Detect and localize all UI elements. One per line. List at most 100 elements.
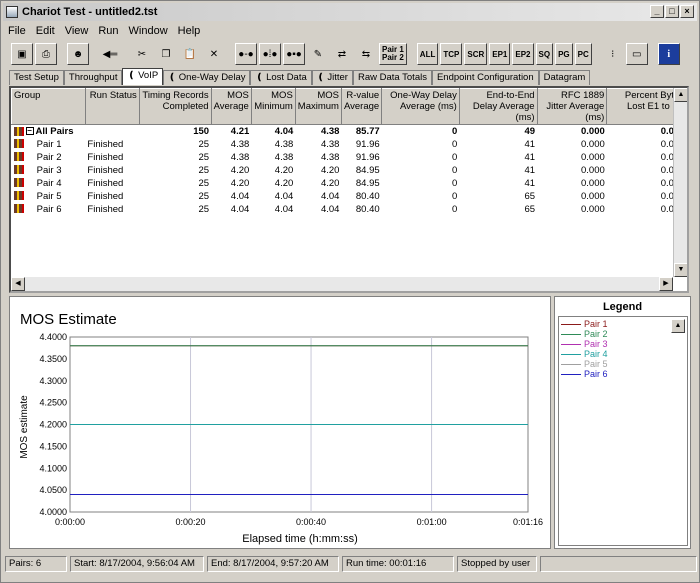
col-header-one-way-delay[interactable]: One-Way Delay Average (ms) — [381, 88, 460, 125]
minimize-button[interactable]: _ — [650, 5, 664, 18]
window-icon[interactable]: ▭ — [625, 43, 648, 65]
col-header-mos-maximum[interactable]: MOS Maximum — [294, 88, 342, 125]
rename-icon[interactable]: ⇆ — [355, 43, 377, 65]
tab-voip[interactable]: ❪ VoIP — [122, 68, 164, 85]
cell-e2e: 41 — [524, 177, 536, 189]
tab-throughput[interactable]: Throughput — [63, 70, 123, 85]
cut-icon[interactable]: ✂ — [131, 43, 153, 65]
table-row[interactable]: Pair 2 Finished 25 4.38 4.38 4.38 91.96 … — [12, 151, 687, 164]
grid-horizontal-scrollbar[interactable]: ◀ ▶ — [11, 277, 673, 291]
menu-help[interactable]: Help — [173, 25, 206, 37]
scroll-left-icon[interactable]: ◀ — [11, 277, 25, 291]
table-row-summary[interactable]: − All Pairs 150 4.21 4.04 4.38 85.77 0 49… — [12, 125, 687, 138]
table-row[interactable]: Pair 1 Finished 25 4.38 4.38 4.38 91.96 … — [12, 138, 687, 151]
table-row[interactable]: Pair 6 Finished 25 4.04 4.04 4.04 80.40 … — [12, 203, 687, 216]
legend-list[interactable]: Pair 1 Pair 2 Pair 3 Pair 4 Pair 5 Pair 6 ▲ — [558, 316, 688, 546]
y-tick-label: 4.1500 — [39, 441, 67, 451]
cell-mos-max: 4.20 — [320, 177, 340, 189]
table-row[interactable]: Pair 4 Finished 25 4.20 4.20 4.20 84.95 … — [12, 177, 687, 190]
cell-status: Finished — [87, 190, 124, 202]
scroll-down-icon[interactable]: ▼ — [674, 263, 687, 277]
cell-rvalue: 84.95 — [355, 177, 380, 189]
split-view-icon[interactable]: ⁝ — [601, 43, 624, 65]
menu-window[interactable]: Window — [124, 25, 173, 37]
paste-icon[interactable]: 📋 — [179, 43, 201, 65]
chart-y-ticks: 4.0000 4.0500 4.1000 4.1500 4.2000 4.2500 4.30… — [39, 332, 67, 517]
col-header-mos-average[interactable]: MOS Average — [210, 88, 252, 125]
legend-label: Pair 2 — [584, 329, 608, 339]
col-header-run-status[interactable]: Run Status — [84, 88, 140, 125]
menu-view[interactable]: View — [60, 25, 94, 37]
grid-vertical-scrollbar[interactable]: ▲ ▼ — [673, 88, 687, 277]
cell-group: − All Pairs — [12, 125, 86, 138]
script-icon[interactable]: ✎ — [307, 43, 329, 65]
table-row[interactable]: Pair 3 Finished 25 4.20 4.20 4.20 84.95 … — [12, 164, 687, 177]
tab-jitter-label: Jitter — [327, 72, 348, 83]
collapse-icon[interactable]: − — [25, 127, 34, 136]
table-row[interactable]: Pair 5 Finished 25 4.04 4.04 4.04 80.40 … — [12, 190, 687, 203]
add-pair-icon[interactable]: ●-● — [235, 43, 257, 65]
legend-item[interactable]: Pair 3 — [561, 339, 687, 349]
save-icon[interactable]: ▣ — [11, 43, 33, 65]
y-tick-label: 4.1000 — [39, 463, 67, 473]
tab-jitter[interactable]: ❪ Jitter — [311, 70, 353, 85]
run-icon[interactable]: ☻ — [67, 43, 89, 65]
close-button[interactable]: × — [680, 5, 694, 18]
copy-icon[interactable]: ❐ — [155, 43, 177, 65]
cell-oneway: 0 — [452, 190, 458, 202]
endpoint-icon[interactable]: ●▪● — [283, 43, 305, 65]
legend-item[interactable]: Pair 1 — [561, 319, 687, 329]
print-icon[interactable]: ⎙ — [35, 43, 57, 65]
legend-label: Pair 4 — [584, 349, 608, 359]
chart-x-ticks: 0:00:00 0:00:20 0:00:40 0:01:00 0:01:16 — [55, 517, 543, 527]
col-header-group[interactable]: Group — [11, 88, 86, 125]
tab-one-way-delay[interactable]: ❪ One-Way Delay — [163, 70, 251, 85]
legend-swatch — [561, 363, 581, 365]
filter-tcp-button[interactable]: TCP — [440, 43, 463, 65]
status-end: End: 8/17/2004, 9:57:20 AM — [207, 556, 339, 572]
tab-raw-data-totals[interactable]: Raw Data Totals — [352, 70, 432, 85]
cell-rvalue: 91.96 — [355, 138, 380, 150]
y-tick-label: 4.0000 — [39, 507, 67, 517]
tab-test-setup[interactable]: Test Setup — [9, 70, 64, 85]
swap-icon[interactable]: ⇄ — [331, 43, 353, 65]
results-grid[interactable]: Group Run Status Timing Records Complete… — [9, 86, 689, 293]
filter-pg-button[interactable]: PG — [555, 43, 573, 65]
add-multicast-icon[interactable]: ●⁞● — [259, 43, 281, 65]
col-header-r-value[interactable]: R-value Average — [340, 88, 383, 125]
info-icon[interactable]: i — [657, 43, 680, 65]
filter-all-button[interactable]: ALL — [416, 43, 439, 65]
tab-lost-data[interactable]: ❪ Lost Data — [250, 70, 312, 85]
delete-icon[interactable]: ✕ — [203, 43, 225, 65]
legend-item[interactable]: Pair 2 — [561, 329, 687, 339]
scroll-right-icon[interactable]: ▶ — [659, 277, 673, 291]
cell-jitter: 0.000 — [581, 177, 605, 189]
pair-label-button[interactable]: Pair 1 Pair 2 — [379, 43, 407, 65]
filter-sq-button[interactable]: SQ — [535, 43, 554, 65]
filter-scr-button[interactable]: SCR — [464, 43, 488, 65]
cell-group: Pair 3 — [12, 164, 86, 177]
y-tick-label: 4.3500 — [39, 354, 67, 364]
menu-run[interactable]: Run — [93, 25, 123, 37]
menu-edit[interactable]: Edit — [31, 25, 60, 37]
scroll-up-icon[interactable]: ▲ — [674, 88, 687, 102]
filter-ep1-button[interactable]: EP1 — [489, 43, 511, 65]
col-header-mos-minimum[interactable]: MOS Minimum — [250, 88, 296, 125]
col-header-jitter[interactable]: RFC 1889 Jitter Average (ms) — [536, 88, 608, 125]
cell-records: 25 — [198, 177, 210, 189]
legend-item[interactable]: Pair 6 — [561, 369, 687, 379]
stop-icon[interactable]: ◀═ — [99, 43, 121, 65]
legend-item[interactable]: Pair 4 — [561, 349, 687, 359]
legend-item[interactable]: Pair 5 — [561, 359, 687, 369]
tab-endpoint-configuration[interactable]: Endpoint Configuration — [431, 70, 539, 85]
legend-scroll-up-icon[interactable]: ▲ — [671, 319, 685, 333]
filter-ep2-button[interactable]: EP2 — [512, 43, 534, 65]
tab-datagram[interactable]: Datagram — [538, 70, 591, 85]
maximize-button[interactable]: □ — [665, 5, 679, 18]
filter-pc-button[interactable]: PC — [574, 43, 592, 65]
menu-file[interactable]: File — [3, 25, 31, 37]
col-header-timing-records[interactable]: Timing Records Completed — [138, 88, 212, 125]
col-header-e2e-delay[interactable]: End-to-End Delay Average (ms) — [458, 88, 538, 125]
cell-e2e: 65 — [524, 190, 536, 202]
cell-rvalue: 80.40 — [355, 190, 380, 202]
